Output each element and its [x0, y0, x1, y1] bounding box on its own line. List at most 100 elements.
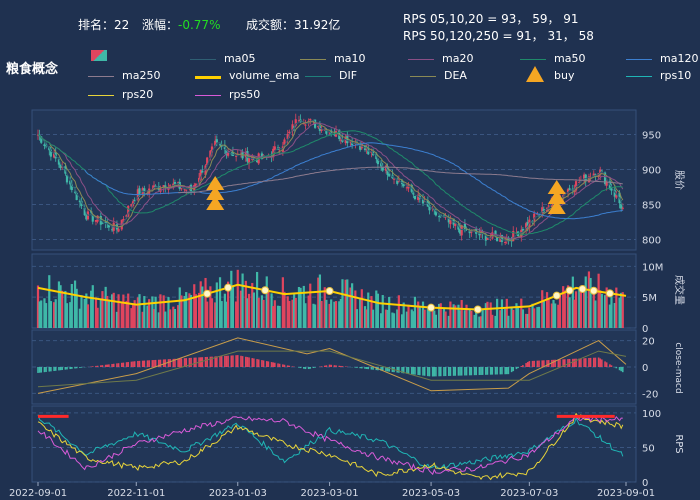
macd-histogram-bar — [256, 359, 258, 367]
candle-body — [413, 196, 417, 200]
macd-histogram-bar — [473, 367, 476, 376]
volume-bar — [40, 300, 43, 328]
macd-histogram-bar — [480, 367, 482, 375]
macd-histogram-bar — [37, 367, 39, 373]
volume-bar — [164, 311, 167, 328]
macd-histogram-bar — [372, 367, 374, 370]
x-tick-label: 2023-03-01 — [301, 488, 359, 499]
volume-bar — [563, 290, 566, 328]
macd-histogram-bar — [141, 360, 144, 367]
macd-histogram-bar — [257, 359, 260, 367]
macd-histogram-bar — [323, 365, 326, 367]
volume-bar — [231, 286, 235, 328]
macd-tick-label: -20 — [642, 389, 658, 400]
macd-histogram-bar — [66, 367, 68, 370]
volume-marker-dot — [261, 286, 270, 295]
macd-histogram-bar — [470, 367, 473, 376]
macd-histogram-bar — [201, 357, 204, 367]
macd-histogram-bar — [130, 361, 133, 367]
x-tick-label: 2022-09-01 — [9, 488, 67, 499]
volume-bar — [397, 295, 400, 328]
volume-bar — [215, 282, 218, 328]
macd-histogram-bar — [512, 367, 515, 372]
candle-body — [504, 241, 507, 244]
macd-histogram-bar — [507, 367, 510, 375]
macd-histogram-bar — [100, 365, 102, 367]
macd-histogram-bar — [335, 365, 337, 367]
volume-bar — [418, 306, 421, 328]
candle-body — [304, 124, 307, 126]
volume-bar — [278, 305, 281, 328]
volume-bar — [334, 301, 338, 328]
macd-histogram-bar — [59, 367, 62, 371]
macd-histogram-bar — [494, 367, 497, 375]
volume-bar — [516, 305, 520, 328]
candle-body — [122, 218, 125, 220]
volume-tick-label: 0 — [642, 324, 648, 335]
volume-bar — [392, 313, 396, 328]
volume-bar — [330, 299, 333, 328]
macd-histogram-bar — [510, 367, 513, 373]
macd-histogram-bar — [116, 363, 118, 367]
macd-histogram-bar — [235, 355, 237, 367]
volume-bar — [112, 292, 115, 328]
macd-histogram-bar — [594, 357, 597, 367]
macd-histogram-bar — [584, 358, 587, 367]
volume-bar — [407, 304, 410, 328]
macd-histogram-bar — [125, 362, 128, 367]
macd-histogram-bar — [620, 367, 622, 372]
macd-histogram-bar — [460, 367, 463, 376]
macd-histogram-bar — [261, 360, 263, 367]
volume-bar — [381, 295, 384, 328]
macd-histogram-bar — [298, 367, 300, 368]
volume-bar — [154, 296, 157, 328]
volume-bar — [589, 277, 592, 328]
macd-histogram-bar — [515, 367, 518, 370]
candle-body — [320, 129, 323, 131]
macd-histogram-bar — [552, 359, 555, 367]
macd-histogram-bar — [74, 367, 76, 369]
macd-histogram-bar — [485, 367, 487, 375]
macd-histogram-bar — [505, 367, 508, 375]
volume-bar — [241, 273, 244, 328]
macd-histogram-bar — [38, 367, 41, 373]
stock-chart: 800850900950股价05M10M成交量-20020close-macd0… — [9, 109, 686, 499]
macd-histogram-bar — [178, 358, 181, 367]
volume-marker-dot — [325, 287, 334, 295]
volume-bar — [70, 283, 73, 328]
macd-histogram-bar — [367, 367, 370, 370]
volume-marker-dot — [589, 286, 598, 295]
macd-histogram-bar — [489, 367, 492, 375]
volume-bar — [533, 308, 536, 328]
macd-histogram-bar — [491, 367, 494, 375]
macd-histogram-bar — [61, 367, 63, 371]
macd-histogram-bar — [410, 367, 413, 375]
macd-histogram-bar — [270, 362, 273, 367]
macd-histogram-bar — [589, 357, 592, 367]
volume-tick-label: 5M — [642, 293, 657, 304]
macd-histogram-bar — [43, 367, 46, 373]
macd-histogram-bar — [209, 356, 212, 367]
macd-histogram-bar — [431, 367, 434, 377]
macd-histogram-bar — [438, 367, 440, 377]
macd-histogram-bar — [557, 359, 560, 367]
macd-histogram-bar — [309, 367, 312, 369]
macd-histogram-bar — [418, 367, 421, 376]
macd-histogram-bar — [398, 367, 400, 373]
macd-histogram-bar — [559, 359, 561, 367]
macd-histogram-bar — [274, 362, 276, 367]
macd-histogram-bar — [452, 367, 455, 376]
macd-histogram-bar — [262, 360, 265, 367]
volume-bar — [201, 286, 204, 328]
candle-body — [568, 188, 571, 190]
macd-histogram-bar — [111, 363, 113, 367]
volume-bar — [512, 309, 515, 328]
macd-histogram-bar — [288, 365, 291, 367]
macd-histogram-bar — [54, 367, 57, 371]
volume-bar — [294, 297, 297, 328]
macd-histogram-bar — [225, 355, 228, 367]
macd-histogram-bar — [364, 367, 366, 369]
macd-histogram-bar — [159, 359, 162, 367]
macd-histogram-bar — [583, 358, 585, 367]
macd-tick-label: 0 — [642, 363, 648, 374]
